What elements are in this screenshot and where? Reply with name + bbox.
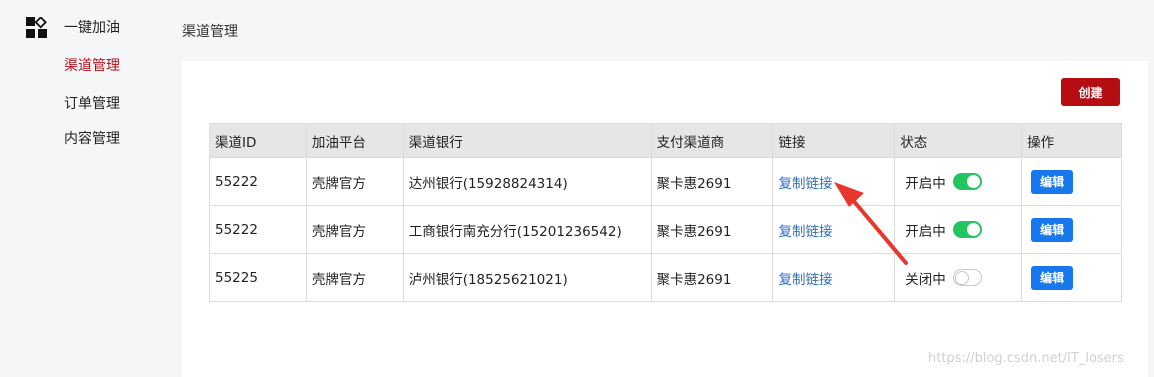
status-indicator: 关闭中 [905, 268, 982, 288]
column-header-link: 链接 [772, 123, 896, 158]
cell-platform: 壳牌官方 [305, 157, 404, 206]
status-toggle[interactable] [952, 173, 982, 190]
grid-logo-icon [26, 17, 47, 38]
status-indicator: 开启中 [905, 220, 982, 240]
cell-bank: 泸州银行(18525621021) [402, 253, 652, 302]
cell-status: 开启中 [894, 205, 1023, 254]
copy-link[interactable]: 复制链接 [778, 272, 832, 288]
toggle-knob [954, 271, 969, 285]
cell-link: 复制链接 [772, 205, 896, 254]
cell-provider: 聚卡惠2691 [650, 205, 774, 254]
cell-bank: 达州银行(15928824314) [402, 157, 652, 206]
cell-status: 关闭中 [894, 253, 1023, 302]
cell-channel-id: 55222 [209, 157, 307, 206]
cell-link: 复制链接 [772, 157, 896, 206]
cell-provider: 聚卡惠2691 [650, 253, 774, 302]
main-panel: 创建 渠道ID 加油平台 渠道银行 支付渠道商 链接 状态 操作 55222 壳… [182, 61, 1148, 377]
status-label: 关闭中 [905, 271, 946, 288]
sidebar: 一键加油 渠道管理 订单管理 内容管理 [0, 0, 165, 377]
cell-provider: 聚卡惠2691 [650, 157, 774, 206]
cell-status: 开启中 [894, 157, 1023, 206]
column-header-provider: 支付渠道商 [650, 123, 774, 158]
sidebar-item-channel-management[interactable]: 渠道管理 [64, 56, 120, 76]
edit-button[interactable]: 编辑 [1031, 265, 1074, 290]
table-row: 55222 壳牌官方 工商银行南充分行(15201236542) 聚卡惠2691… [209, 205, 1122, 254]
table-row: 55222 壳牌官方 达州银行(15928824314) 聚卡惠2691 复制链… [209, 157, 1122, 206]
status-label: 开启中 [905, 223, 946, 240]
table-row: 55225 壳牌官方 泸州银行(18525621021) 聚卡惠2691 复制链… [209, 253, 1122, 302]
cell-platform: 壳牌官方 [305, 253, 404, 302]
cell-platform: 壳牌官方 [305, 205, 404, 254]
column-header-platform: 加油平台 [305, 123, 404, 158]
column-header-channel-id: 渠道ID [209, 123, 307, 158]
status-label: 开启中 [905, 175, 946, 192]
toggle-knob [966, 223, 980, 236]
toggle-knob [966, 175, 980, 188]
channel-table: 渠道ID 加油平台 渠道银行 支付渠道商 链接 状态 操作 55222 壳牌官方… [209, 123, 1122, 302]
cell-action: 编辑 [1021, 253, 1122, 302]
cell-link: 复制链接 [772, 253, 896, 302]
column-header-action: 操作 [1021, 123, 1122, 158]
cell-bank: 工商银行南充分行(15201236542) [402, 205, 652, 254]
column-header-status: 状态 [894, 123, 1023, 158]
page-title: 渠道管理 [182, 24, 238, 40]
cell-channel-id: 55222 [209, 205, 307, 254]
cell-channel-id: 55225 [209, 253, 307, 302]
table-header-row: 渠道ID 加油平台 渠道银行 支付渠道商 链接 状态 操作 [209, 123, 1122, 158]
create-button[interactable]: 创建 [1061, 78, 1120, 106]
copy-link[interactable]: 复制链接 [778, 224, 832, 240]
copy-link[interactable]: 复制链接 [778, 176, 832, 192]
sidebar-item-one-click-refuel[interactable]: 一键加油 [64, 18, 120, 38]
sidebar-item-order-management[interactable]: 订单管理 [64, 94, 120, 114]
status-toggle[interactable] [952, 221, 982, 238]
status-indicator: 开启中 [905, 172, 982, 192]
sidebar-item-content-management[interactable]: 内容管理 [64, 129, 120, 149]
status-toggle[interactable] [952, 269, 982, 286]
edit-button[interactable]: 编辑 [1031, 217, 1074, 242]
edit-button[interactable]: 编辑 [1031, 169, 1074, 194]
cell-action: 编辑 [1021, 157, 1122, 206]
cell-action: 编辑 [1021, 205, 1122, 254]
watermark: https://blog.csdn.net/IT_losers [928, 351, 1124, 366]
column-header-bank: 渠道银行 [402, 123, 652, 158]
